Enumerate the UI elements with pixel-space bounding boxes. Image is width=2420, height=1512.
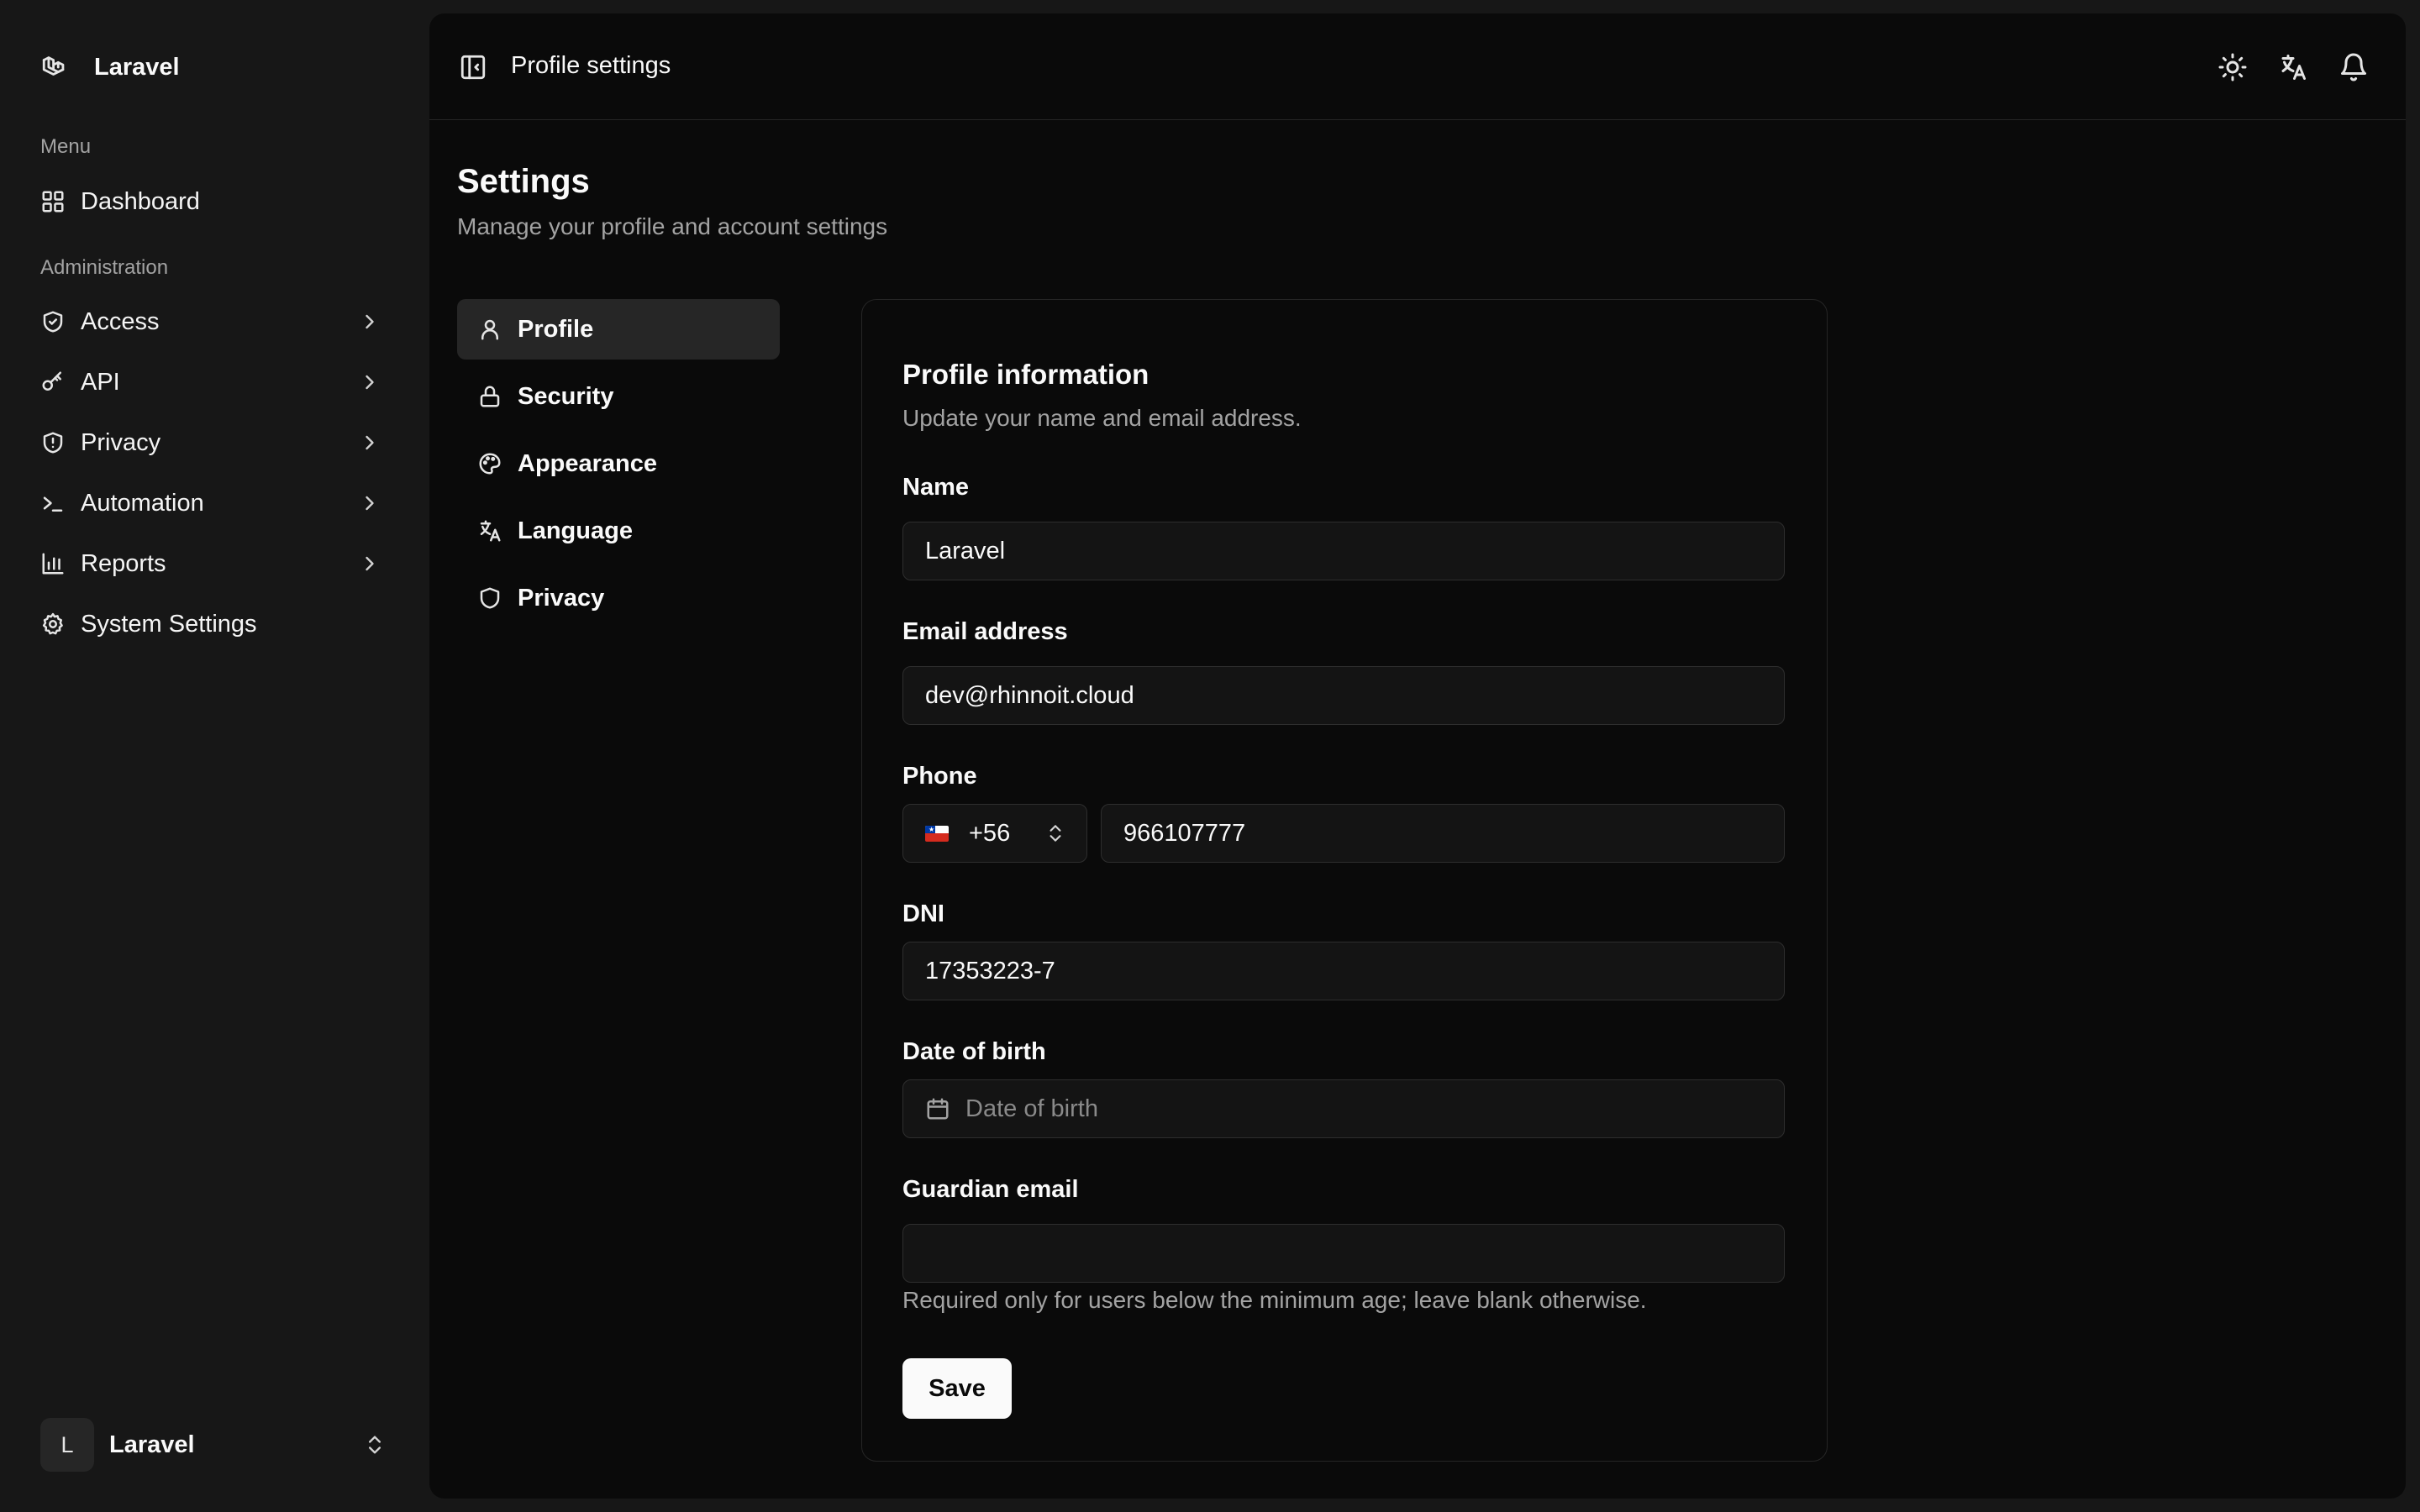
sidebar-item-label: API [81, 368, 120, 396]
phone-number-input[interactable]: 966107777 [1101, 804, 1785, 863]
guardian-email-help: Required only for users below the minimu… [902, 1287, 1647, 1313]
page-title: Settings [457, 163, 590, 200]
bar-chart-icon [40, 551, 66, 576]
save-button[interactable]: Save [902, 1358, 1012, 1419]
chevron-right-icon [358, 370, 381, 394]
dni-input[interactable]: 17353223-7 [902, 942, 1785, 1000]
chevrons-up-down-icon [363, 1433, 387, 1457]
guardian-email-label: Guardian email [902, 1176, 1079, 1203]
dob-picker[interactable]: Date of birth [902, 1079, 1785, 1138]
sidebar-item-system-settings[interactable]: System Settings [30, 597, 397, 651]
shield-icon [477, 585, 502, 611]
settings-nav-privacy[interactable]: Privacy [457, 568, 780, 628]
sidebar-item-label: Dashboard [81, 187, 200, 215]
dni-value: 17353223-7 [925, 957, 1055, 984]
avatar: L [40, 1418, 94, 1472]
email-label: Email address [902, 618, 1068, 645]
settings-nav-label: Appearance [518, 449, 658, 477]
topbar-title: Profile settings [511, 52, 671, 79]
bell-icon[interactable] [2338, 52, 2369, 82]
sidebar-item-label: Access [81, 307, 160, 335]
sidebar-item-label: Reports [81, 549, 166, 577]
sidebar-toggle-icon[interactable] [459, 53, 487, 81]
brand[interactable]: Laravel [40, 50, 180, 84]
sidebar-item-api[interactable]: API [30, 355, 397, 409]
chevron-right-icon [358, 552, 381, 575]
brand-name: Laravel [94, 53, 180, 81]
sidebar-item-label: Privacy [81, 428, 161, 456]
key-icon [40, 370, 66, 395]
administration-group-label: Administration [40, 256, 169, 279]
chevron-right-icon [358, 431, 381, 454]
chevron-right-icon [358, 491, 381, 515]
country-code-value: +56 [969, 819, 1011, 847]
calendar-icon [925, 1096, 950, 1121]
settings-nav-appearance[interactable]: Appearance [457, 433, 780, 494]
terminal-icon [40, 491, 66, 516]
user-icon [477, 317, 502, 342]
email-value: dev@rhinnoit.cloud [925, 681, 1134, 709]
profile-card: Profile information Update your name and… [861, 299, 1828, 1462]
settings-nav-label: Language [518, 517, 633, 544]
sidebar-item-privacy[interactable]: Privacy [30, 416, 397, 470]
dob-label: Date of birth [902, 1038, 1046, 1065]
guardian-email-input[interactable] [902, 1224, 1785, 1283]
user-menu[interactable]: L Laravel [30, 1413, 397, 1477]
chevron-right-icon [358, 310, 381, 333]
settings-nav-label: Profile [518, 315, 594, 343]
sidebar-item-access[interactable]: Access [30, 295, 397, 349]
email-input[interactable]: dev@rhinnoit.cloud [902, 666, 1785, 725]
gear-icon [40, 612, 66, 637]
settings-nav-label: Security [518, 382, 614, 410]
shield-alert-icon [40, 430, 66, 455]
laravel-logo-icon [40, 53, 69, 81]
country-code-select[interactable]: ★ +56 [902, 804, 1087, 863]
sidebar-item-label: System Settings [81, 610, 257, 638]
dob-placeholder: Date of birth [965, 1095, 1098, 1122]
sidebar-item-label: Automation [81, 489, 204, 517]
sidebar-item-reports[interactable]: Reports [30, 537, 397, 591]
sun-icon[interactable] [2217, 52, 2248, 82]
sidebar-item-automation[interactable]: Automation [30, 476, 397, 530]
name-input[interactable]: Laravel [902, 522, 1785, 580]
topbar: Profile settings [429, 13, 2406, 120]
palette-icon [477, 451, 502, 476]
dni-label: DNI [902, 900, 944, 927]
page-subtitle: Manage your profile and account settings [457, 213, 888, 239]
settings-nav-language[interactable]: Language [457, 501, 780, 561]
settings-nav-label: Privacy [518, 584, 605, 612]
card-subtitle: Update your name and email address. [902, 405, 1302, 431]
settings-nav-profile[interactable]: Profile [457, 299, 780, 360]
name-label: Name [902, 474, 969, 501]
translate-icon [477, 518, 502, 543]
chevrons-up-down-icon [1044, 822, 1066, 844]
phone-label: Phone [902, 763, 977, 790]
settings-nav-security[interactable]: Security [457, 366, 780, 427]
sidebar: Laravel Menu Dashboard Administration Ac… [0, 0, 429, 1512]
grid-icon [40, 189, 66, 214]
name-value: Laravel [925, 537, 1006, 564]
main-panel: Profile settings Settings Manage your pr… [429, 13, 2406, 1499]
user-name: Laravel [109, 1431, 195, 1458]
chile-flag-icon: ★ [925, 825, 949, 842]
lock-icon [477, 384, 502, 409]
menu-group-label: Menu [40, 135, 92, 158]
translate-icon[interactable] [2278, 52, 2308, 82]
sidebar-item-dashboard[interactable]: Dashboard [30, 175, 397, 228]
card-title: Profile information [902, 359, 1150, 390]
shield-check-icon [40, 309, 66, 334]
phone-number-value: 966107777 [1123, 819, 1246, 847]
